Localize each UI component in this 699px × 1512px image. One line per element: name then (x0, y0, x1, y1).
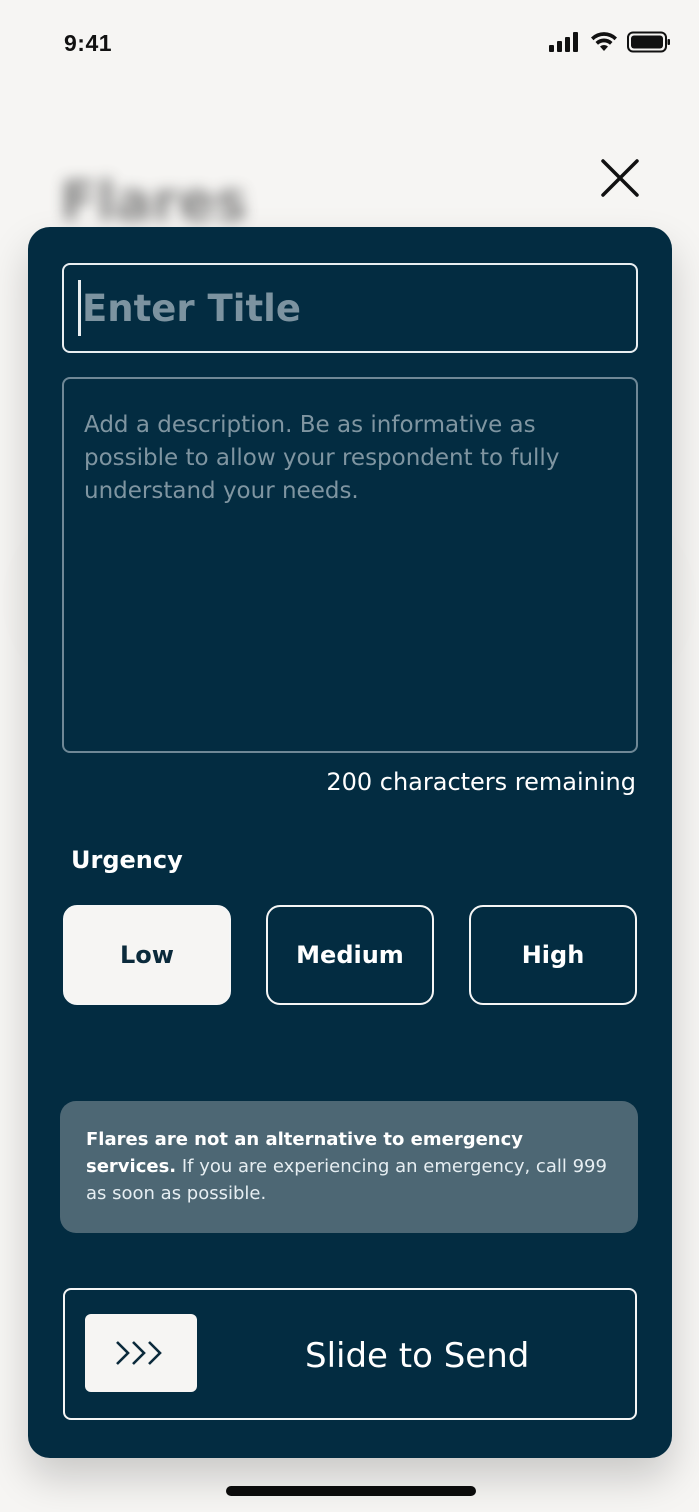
home-indicator[interactable] (226, 1486, 476, 1496)
urgency-label: Urgency (71, 846, 183, 874)
text-caret (78, 280, 81, 336)
description-input[interactable]: Add a description. Be as informative as … (62, 377, 638, 753)
description-placeholder: Add a description. Be as informative as … (84, 412, 560, 504)
emergency-notice: Flares are not an alternative to emergen… (60, 1101, 638, 1233)
triple-chevron-right-icon (116, 1341, 162, 1365)
urgency-high-button[interactable]: High (469, 905, 637, 1005)
slide-to-send-label: Slide to Send (305, 1336, 530, 1376)
battery-icon (627, 31, 670, 53)
signal-icon (549, 32, 578, 52)
background-page-title: Flares (60, 170, 248, 233)
urgency-low-button[interactable]: Low (63, 905, 231, 1005)
title-input[interactable]: Enter Title (62, 263, 638, 353)
slider-handle[interactable] (85, 1314, 197, 1392)
status-time: 9:41 (64, 30, 113, 56)
close-icon (601, 159, 639, 197)
title-placeholder: Enter Title (82, 286, 301, 330)
urgency-medium-button[interactable]: Medium (266, 905, 434, 1005)
compose-sheet: Enter Title Add a description. Be as inf… (28, 227, 672, 1458)
wifi-icon (591, 32, 617, 51)
close-button[interactable] (598, 156, 642, 200)
slide-to-send-slider[interactable]: Slide to Send (63, 1288, 637, 1420)
characters-remaining: 200 characters remaining (326, 768, 636, 796)
status-icons (549, 31, 671, 53)
flare-compose-screen: 9:41 Flares Enter Title Add a descriptio… (0, 0, 699, 1512)
